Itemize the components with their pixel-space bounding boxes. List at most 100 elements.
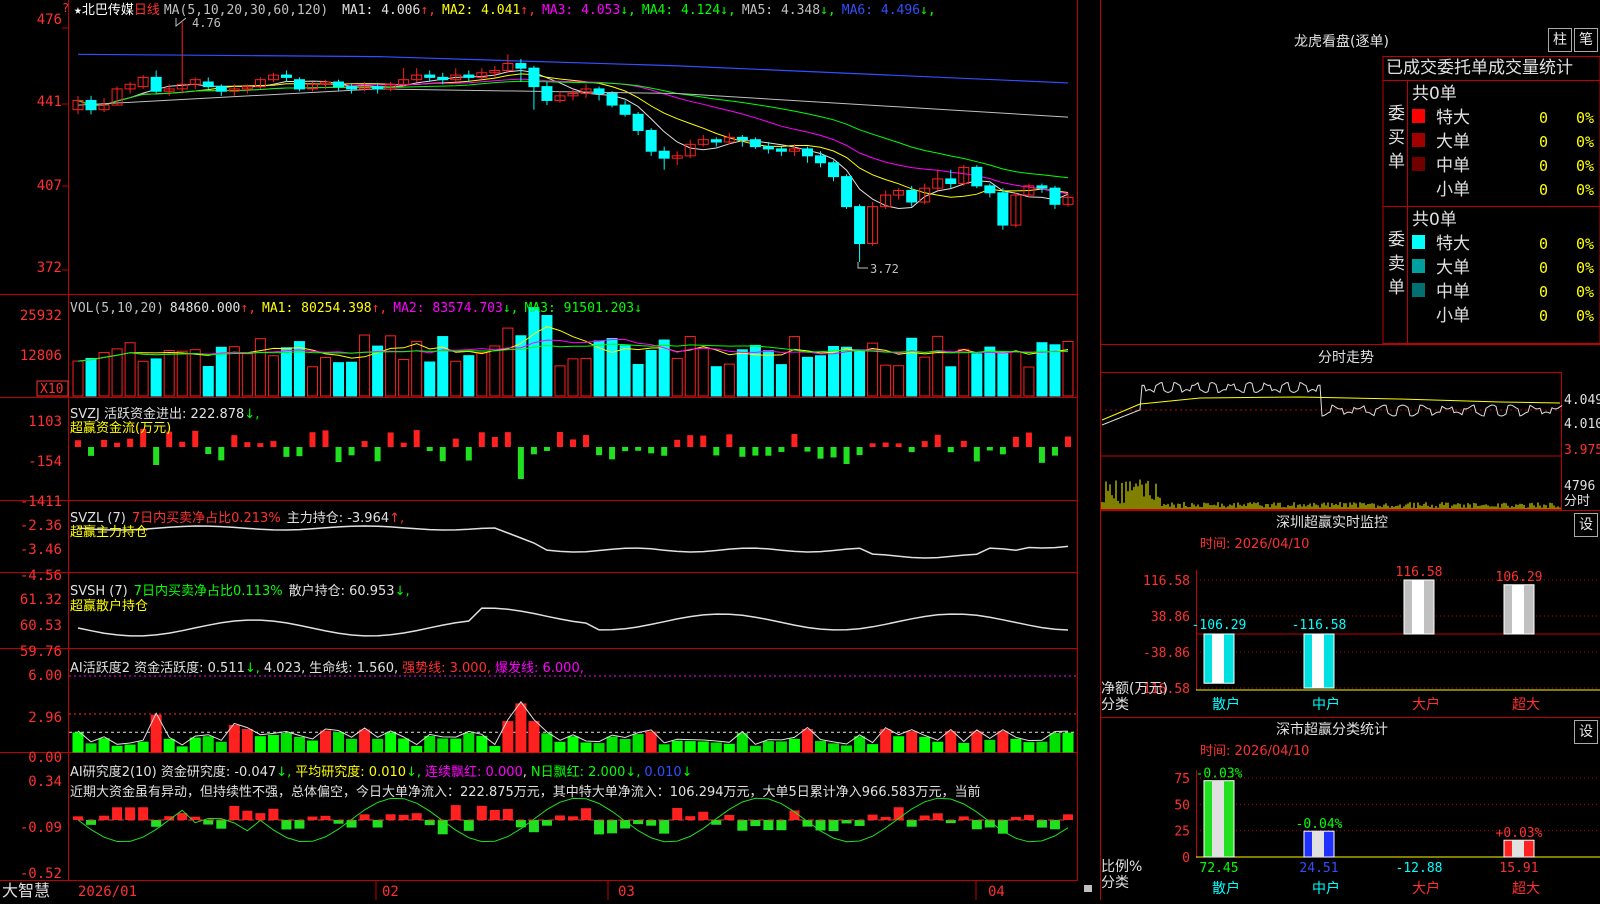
activity-bar: [1010, 738, 1022, 753]
sz-monitor-bar-highlight: [1212, 634, 1224, 684]
volume-bar: [85, 357, 97, 397]
volume-bar: [267, 355, 279, 397]
flow-bar: [88, 447, 95, 456]
research-bar: [450, 805, 461, 820]
low-mark: 3.72: [870, 262, 899, 276]
activity-bar: [85, 743, 97, 753]
candle-body: [632, 113, 644, 131]
flow-bar: [530, 447, 537, 455]
volume-bar: [971, 353, 983, 397]
ma-arrow-icon: ↑,: [520, 3, 536, 18]
sz-class-category: 散户: [1212, 880, 1240, 897]
lhb-row-count: 0: [1539, 283, 1548, 301]
sz-monitor-category: 大户: [1412, 696, 1440, 713]
volume-bar: [72, 360, 84, 397]
research-bar: [958, 816, 969, 820]
volume-bar: [98, 352, 110, 397]
volume-bar: [254, 338, 266, 397]
lhb-row-name: 大单: [1436, 132, 1470, 152]
flow-bar: [257, 443, 264, 447]
activity-bar: [671, 740, 683, 753]
sz-class-settings-button[interactable]: 设: [1574, 720, 1598, 744]
lhb-tabs[interactable]: 已成交委托单成交量统计: [1386, 58, 1573, 78]
intraday-chart[interactable]: [1100, 372, 1563, 510]
activity-bar: [398, 738, 410, 753]
research-bar: [151, 820, 162, 827]
research-bar: [99, 815, 110, 820]
sz-class-xlabel: 分类: [1101, 875, 1129, 891]
intraday-unit: 分时: [1564, 494, 1590, 509]
volume-bar: [697, 347, 709, 397]
activity-bar: [280, 733, 292, 753]
flow-bar: [778, 447, 785, 452]
research-bar: [698, 811, 709, 820]
ai-active-panel[interactable]: [69, 675, 1077, 753]
flow-bar: [218, 447, 225, 461]
volume-bar: [241, 353, 253, 397]
flow-bar: [1038, 447, 1045, 463]
help-icon[interactable]: ?: [62, 1, 69, 15]
ai-research-axis-label: -0.09: [20, 820, 62, 836]
ai-research-panel[interactable]: [73, 797, 1073, 843]
activity-bar: [463, 732, 475, 753]
activity-bar: [359, 729, 371, 753]
lhb-title: 龙虎看盘(逐单): [1294, 33, 1389, 50]
sz-class-value: 24.51: [1299, 861, 1338, 876]
candle-body: [619, 104, 631, 115]
bar-view-button[interactable]: 柱: [1548, 28, 1572, 52]
lhb-side-label: 卖: [1388, 254, 1405, 274]
tick-view-button[interactable]: 笔: [1574, 28, 1598, 52]
activity-bar: [632, 734, 644, 753]
activity-bar: [658, 744, 670, 753]
sz-monitor-settings-button[interactable]: 设: [1574, 513, 1598, 537]
ai-research-axis-label: -0.52: [20, 866, 62, 882]
research-bar: [672, 807, 683, 820]
activity-bar: [775, 741, 787, 753]
price-axis-label: 372: [37, 260, 62, 276]
lhb-color-swatch: [1412, 109, 1425, 123]
flow-bar: [973, 447, 980, 462]
flow-bar: [478, 432, 485, 447]
kline-svg[interactable]: ★北巴传媒日线 MA(5,10,20,30,60,120) MA1: 4.006↑…: [0, 0, 1100, 900]
flow-bar: [192, 430, 199, 447]
price-panel[interactable]: [72, 17, 1074, 269]
research-bar: [73, 816, 83, 820]
lhb-row-pct: 0%: [1576, 157, 1594, 175]
sz-class-category: 大户: [1412, 880, 1440, 897]
sz-class-chart[interactable]: 75 50 25 0 -0.03% 72.45 散户 -0.04% 24.51 中户 -12.88 大…: [1174, 767, 1600, 897]
activity-bar: [254, 736, 266, 753]
kline-chart-area[interactable]: ★北巴传媒日线 MA(5,10,20,30,60,120) MA1: 4.006↑…: [0, 0, 1100, 900]
volume-bar: [202, 366, 214, 397]
flow-bar: [179, 441, 186, 447]
research-bar: [268, 808, 279, 820]
sz-class-value: -12.88: [1396, 861, 1443, 876]
sz-class-bar-highlight: [1512, 840, 1524, 857]
activity-bar: [958, 742, 970, 753]
ma-arrow-icon: ↓,: [620, 3, 636, 18]
sz-class-axis-label: 25: [1174, 825, 1190, 840]
activity-bar: [1023, 742, 1035, 753]
ai-active-axis-label: 6.00: [28, 668, 62, 684]
research-bar: [320, 815, 331, 820]
svzj-panel[interactable]: [75, 429, 1071, 479]
svzl-panel[interactable]: [77, 525, 1069, 559]
svsh-panel[interactable]: [77, 607, 1069, 637]
research-bar: [138, 807, 149, 820]
volume-bar: [906, 337, 918, 397]
candle-body: [762, 146, 774, 150]
lhb-row-pct: 0%: [1576, 259, 1594, 277]
activity-bar: [593, 743, 605, 753]
sz-class-time: 时间: 2026/04/10: [1200, 744, 1309, 759]
research-bar: [385, 814, 396, 820]
candle-body: [945, 178, 957, 185]
volume-bar: [346, 361, 358, 397]
flow-bar: [439, 447, 446, 462]
research-bar: [203, 820, 214, 825]
lhb-row-count: 0: [1539, 109, 1548, 127]
volume-panel[interactable]: [72, 307, 1074, 397]
lhb-side-label: 委: [1388, 104, 1405, 124]
sz-monitor-bar-highlight: [1512, 584, 1524, 634]
volume-bar: [854, 349, 866, 397]
sz-monitor-chart[interactable]: 116.5838.86-38.86-116.58-106.29散户-116.58…: [1135, 565, 1600, 713]
lock-icon[interactable]: [1084, 885, 1092, 892]
